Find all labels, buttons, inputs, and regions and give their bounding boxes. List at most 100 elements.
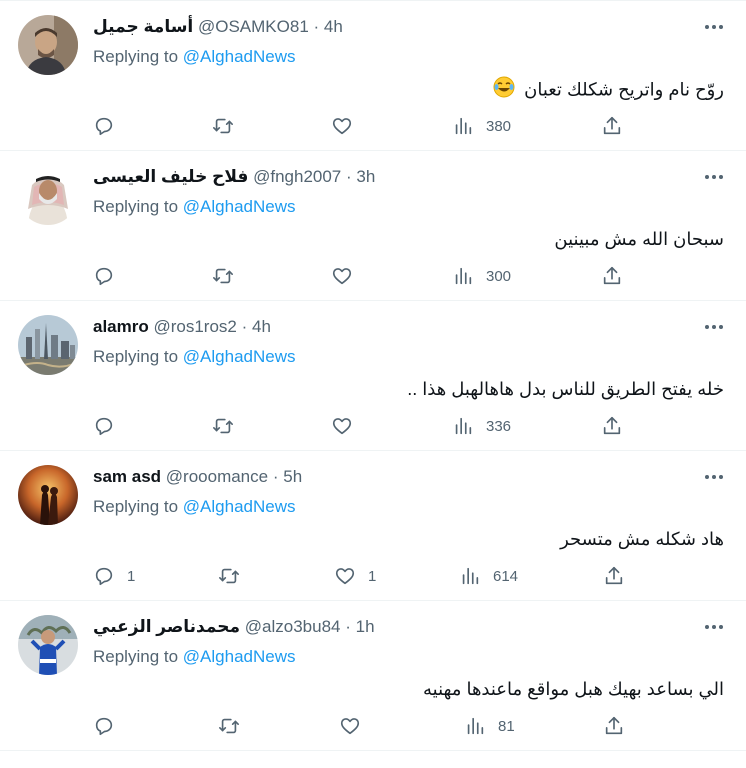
user-handle[interactable]: @fngh2007	[253, 167, 341, 186]
retweet-icon	[213, 418, 233, 434]
views-chart-icon	[455, 417, 472, 435]
timestamp[interactable]: 3h	[356, 167, 375, 186]
reply-tweet[interactable]: أسامة جميل @OSAMKO81 · 4h Replying to @A…	[0, 1, 746, 151]
share-button[interactable]	[601, 414, 623, 438]
replying-to: Replying to @AlghadNews	[93, 195, 296, 219]
user-handle[interactable]: @rooomance	[166, 467, 268, 486]
tweet-text-content: الي بساعد بهيك هبل مواقع ماعندها مهنيه	[423, 679, 724, 699]
timestamp[interactable]: 4h	[324, 17, 343, 36]
reply-tweet[interactable]: محمدناصر الزعبي @alzo3bu84 · 1h Replying…	[0, 601, 746, 751]
separator-dot: ·	[345, 617, 351, 636]
like-button[interactable]	[331, 264, 365, 288]
replying-to-link[interactable]: @AlghadNews	[183, 347, 296, 366]
views-chart-icon	[455, 117, 472, 135]
tweet-header: فلاح خليف العيسى @fngh2007 · 3h	[93, 165, 375, 189]
replying-to: Replying to @AlghadNews	[93, 645, 296, 669]
avatar[interactable]	[18, 165, 78, 225]
like-button[interactable]: 1	[334, 564, 376, 588]
replying-to: Replying to @AlghadNews	[93, 495, 296, 519]
display-name[interactable]: محمدناصر الزعبي	[93, 617, 240, 636]
avatar[interactable]	[18, 615, 78, 675]
separator-dot: ·	[313, 17, 320, 36]
reply-button[interactable]: 1	[93, 564, 135, 588]
timestamp[interactable]: 1h	[356, 617, 375, 636]
retweet-button[interactable]	[218, 714, 252, 738]
reply-icon	[95, 267, 113, 286]
share-button[interactable]	[601, 114, 623, 138]
avatar[interactable]	[18, 315, 78, 375]
retweet-button[interactable]	[212, 414, 246, 438]
view-count: 300	[486, 267, 512, 285]
reply-button[interactable]	[93, 264, 127, 288]
replying-to: Replying to @AlghadNews	[93, 345, 296, 369]
reply-tweet[interactable]: alamro @ros1ros2 · 4h Replying to @Algha…	[0, 301, 746, 451]
display-name[interactable]: sam asd	[93, 467, 161, 486]
reply-button[interactable]	[93, 114, 127, 138]
views-button[interactable]: 336	[452, 414, 511, 438]
more-options-button[interactable]	[702, 165, 726, 189]
reply-tweet[interactable]: فلاح خليف العيسى @fngh2007 · 3h Replying…	[0, 151, 746, 301]
views-button[interactable]: 81	[464, 714, 515, 738]
more-options-button[interactable]	[702, 315, 726, 339]
like-button[interactable]	[331, 114, 365, 138]
more-options-button[interactable]	[702, 15, 726, 39]
more-options-button[interactable]	[702, 465, 726, 489]
display-name[interactable]: فلاح خليف العيسى	[93, 167, 248, 186]
view-count: 336	[486, 417, 512, 435]
retweet-button[interactable]	[212, 114, 246, 138]
more-dots-icon	[705, 625, 723, 629]
views-button[interactable]: 300	[452, 264, 511, 288]
reply-feed: أسامة جميل @OSAMKO81 · 4h Replying to @A…	[0, 0, 746, 751]
timestamp[interactable]: 5h	[283, 467, 302, 486]
display-name[interactable]: alamro	[93, 317, 149, 336]
like-button[interactable]	[339, 714, 373, 738]
replying-to-link[interactable]: @AlghadNews	[183, 197, 296, 216]
separator-dot: ·	[241, 317, 248, 336]
tweet-text: سبحان الله مش مبينين	[554, 226, 724, 252]
reply-icon	[95, 717, 113, 736]
tweet-text: خله يفتح الطريق للناس بدل هاهالهبل هذا .…	[407, 376, 724, 402]
replying-to-link[interactable]: @AlghadNews	[183, 497, 296, 516]
replying-to-label: Replying to	[93, 47, 179, 66]
avatar[interactable]	[18, 465, 78, 525]
retweet-icon	[213, 118, 233, 134]
reply-button[interactable]	[93, 714, 127, 738]
share-button[interactable]	[603, 564, 625, 588]
user-handle[interactable]: @alzo3bu84	[245, 617, 341, 636]
replying-to-link[interactable]: @AlghadNews	[183, 647, 296, 666]
share-button[interactable]	[601, 264, 623, 288]
reply-icon	[95, 567, 113, 586]
tears-of-joy-emoji	[493, 76, 515, 105]
avatar[interactable]	[18, 15, 78, 75]
user-handle[interactable]: @OSAMKO81	[198, 17, 309, 36]
views-chart-icon	[455, 267, 472, 285]
views-button[interactable]: 614	[459, 564, 518, 588]
display-name[interactable]: أسامة جميل	[93, 17, 193, 36]
replying-to: Replying to @AlghadNews	[93, 45, 296, 69]
replying-to-label: Replying to	[93, 347, 179, 366]
views-button[interactable]: 380	[452, 114, 511, 138]
more-dots-icon	[705, 325, 723, 329]
user-handle[interactable]: @ros1ros2	[153, 317, 236, 336]
more-options-button[interactable]	[702, 615, 726, 639]
reply-count: 1	[127, 567, 136, 585]
replying-to-label: Replying to	[93, 197, 179, 216]
heart-icon	[332, 268, 352, 285]
share-button[interactable]	[603, 714, 625, 738]
like-button[interactable]	[331, 414, 365, 438]
avatar-image	[18, 615, 78, 675]
replying-to-link[interactable]: @AlghadNews	[183, 47, 296, 66]
separator-dot: ·	[346, 167, 352, 186]
tweet-text: الي بساعد بهيك هبل مواقع ماعندها مهنيه	[423, 676, 724, 702]
timestamp[interactable]: 4h	[252, 317, 271, 336]
tweet-text: هاد شكله مش متسحر	[560, 526, 724, 552]
share-icon	[603, 416, 621, 435]
avatar-image	[18, 315, 78, 375]
retweet-button[interactable]	[218, 564, 252, 588]
reply-button[interactable]	[93, 414, 127, 438]
reply-tweet[interactable]: sam asd @rooomance · 5h Replying to @Alg…	[0, 451, 746, 601]
retweet-icon	[219, 568, 239, 584]
retweet-button[interactable]	[212, 264, 246, 288]
view-count: 380	[486, 117, 512, 135]
more-dots-icon	[705, 475, 723, 479]
